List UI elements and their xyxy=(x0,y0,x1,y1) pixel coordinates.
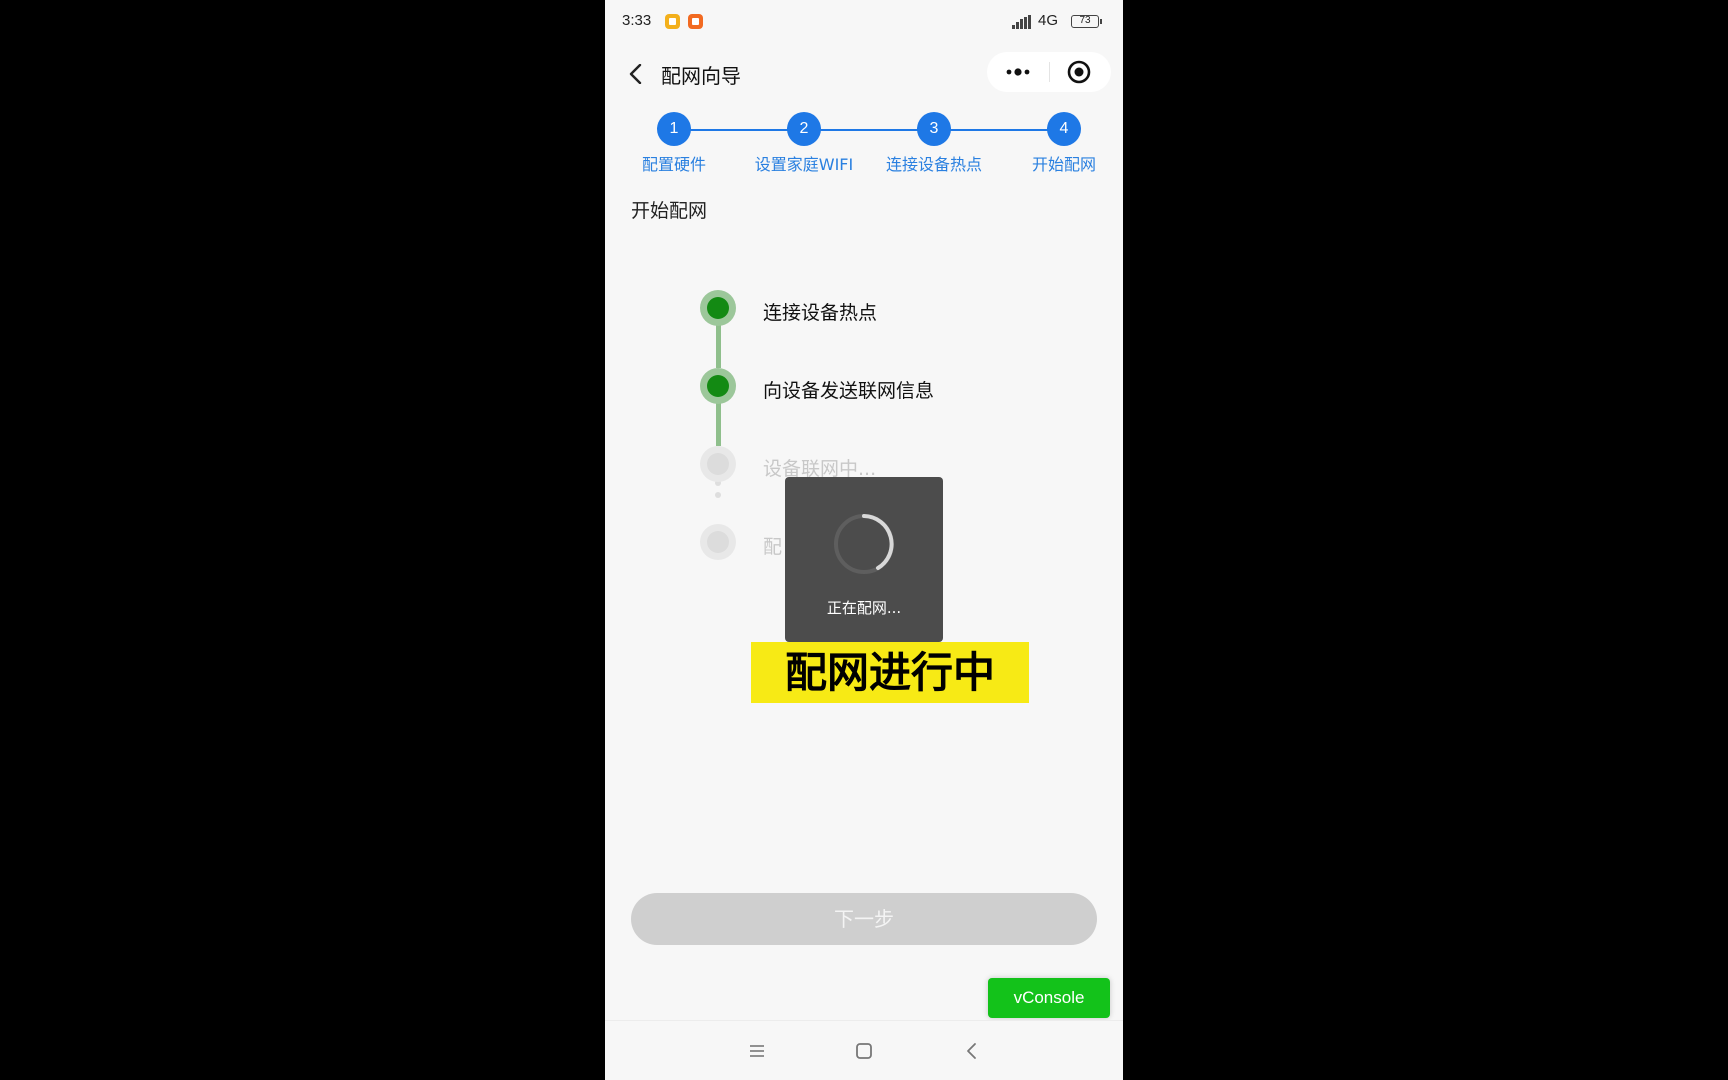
step-4: 4 开始配网 xyxy=(1004,112,1123,175)
phone-screen: 3:33 4G 73 配网向导 1 配置硬件 2 设置家庭WIFI 3 连接设备… xyxy=(605,0,1123,1080)
timeline-node-pending xyxy=(700,524,736,560)
chevron-left-icon[interactable] xyxy=(627,64,645,84)
target-icon[interactable] xyxy=(1059,52,1101,92)
timeline-node-pending xyxy=(700,446,736,482)
video-app-icon xyxy=(688,14,703,29)
mini-program-capsule xyxy=(987,52,1111,92)
system-nav-bar xyxy=(605,1020,1123,1080)
status-bar: 3:33 4G 73 xyxy=(605,0,1123,44)
step-number: 4 xyxy=(1047,112,1081,146)
capsule-divider xyxy=(1049,62,1050,82)
more-dots-icon[interactable] xyxy=(997,52,1039,92)
menu-icon[interactable] xyxy=(747,1041,767,1061)
step-number: 1 xyxy=(657,112,691,146)
loading-toast: 正在配网... xyxy=(785,477,943,642)
notification-app-icon xyxy=(665,14,680,29)
timeline-item-label: 连接设备热点 xyxy=(763,302,878,324)
vconsole-button[interactable]: vConsole xyxy=(988,978,1110,1018)
step-label: 开始配网 xyxy=(1031,155,1096,174)
home-square-icon[interactable] xyxy=(854,1041,874,1061)
network-type: 4G xyxy=(1038,12,1059,29)
step-number: 2 xyxy=(787,112,821,146)
step-1: 1 配置硬件 xyxy=(614,112,734,175)
loading-spinner-icon xyxy=(832,512,896,576)
nav-bar: 配网向导 xyxy=(605,44,1123,104)
timeline-item-label: 向设备发送联网信息 xyxy=(763,380,935,402)
timeline-node-done xyxy=(700,290,736,326)
toast-text: 正在配网... xyxy=(826,599,902,617)
section-title: 开始配网 xyxy=(631,200,708,222)
status-time: 3:33 xyxy=(622,12,652,29)
timeline-item-label: 配 xyxy=(763,536,783,558)
video-caption: 配网进行中 xyxy=(751,642,1029,703)
step-label: 连接设备热点 xyxy=(885,155,982,174)
progress-stepper: 1 配置硬件 2 设置家庭WIFI 3 连接设备热点 4 开始配网 xyxy=(605,110,1123,180)
timeline-node-done xyxy=(700,368,736,404)
step-number: 3 xyxy=(917,112,951,146)
step-label: 设置家庭WIFI xyxy=(754,155,854,174)
step-2: 2 设置家庭WIFI xyxy=(744,112,864,175)
signal-icon xyxy=(1012,15,1032,29)
step-3: 3 连接设备热点 xyxy=(874,112,994,175)
next-step-button[interactable]: 下一步 xyxy=(631,893,1097,945)
battery-icon: 73 xyxy=(1071,15,1102,28)
page-title: 配网向导 xyxy=(661,64,741,88)
nav-back-icon[interactable] xyxy=(962,1041,982,1061)
step-label: 配置硬件 xyxy=(641,155,706,174)
